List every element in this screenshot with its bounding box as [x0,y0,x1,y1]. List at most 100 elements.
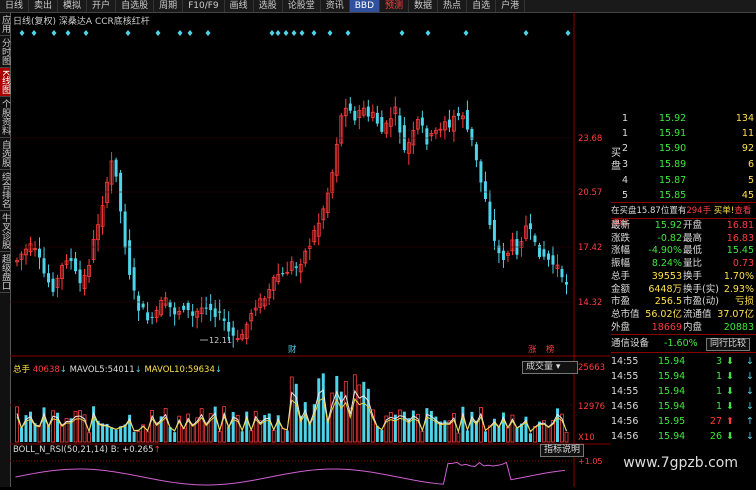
arrow-up-icon: ⬆ [726,416,734,427]
left-tab[interactable]: 自选股 [0,138,10,170]
quote-value: 8.24% [651,258,682,270]
signal-diamonds [19,30,571,36]
left-tab[interactable]: 分时图 [0,36,10,68]
signal-diamond-icon [291,30,297,36]
orderbook-row[interactable]: 1 15.92 134 [622,113,756,125]
menu-item[interactable]: F10/F9 [183,0,225,12]
menu-item[interactable]: 热点 [438,0,468,12]
volume-bar [397,409,402,443]
candle-body [564,282,568,285]
tick-row: 14:55 15.94 1 ⬇ ↓ [611,386,756,398]
volume-bar [249,430,254,443]
quote-row: 总手 39553 换手 1.70% [611,271,756,283]
quote-value: 亏损 [734,296,754,308]
candle-body [479,161,483,183]
sector-name[interactable]: 通信设备 [611,338,649,349]
left-tab[interactable]: 牛叉诊股 [0,211,10,252]
mavol10-label: MAVOL10: [144,365,188,375]
tick-volume: 1 [715,401,722,412]
arrow-down-icon: ↓ [746,386,754,397]
volume-bar [357,384,362,443]
quote-row: 市盈 256.5 市盈(动) 亏损 [611,296,756,308]
signal-diamond-icon [565,30,571,36]
quote-key: 涨幅 [611,245,631,257]
orderbook-row[interactable]: 4 15.87 5 [622,175,756,187]
volume-bar [515,427,519,442]
volume-indicator-select[interactable]: 成交量 ▾ [522,361,578,374]
signal-diamond-icon [399,30,405,36]
volume-bar [420,430,425,443]
tick-time: 14:55 [611,386,639,397]
menu-item[interactable]: 开户 [87,0,117,12]
candle-body [213,308,217,317]
menu-item[interactable]: BBD [349,0,381,12]
menu-item[interactable]: 预测 [380,0,410,12]
signal-diamond-icon [51,30,57,36]
volume-bar [163,408,168,443]
orderbook-row[interactable]: 1 15.91 11 [622,128,756,140]
volume-bar [87,432,91,443]
left-tab[interactable]: 综合排名 [0,170,10,211]
quote-value: 0.73 [732,258,754,270]
left-tab[interactable]: 个股资料 [0,97,10,138]
left-tab[interactable]: 应用 [0,13,10,36]
volume-bars [15,373,569,443]
quote-key: 最高 [683,232,703,244]
orderbook-volume: 134 [735,113,754,124]
tick-time: 14:56 [611,416,639,427]
orderbook-volume: 11 [741,128,754,139]
event-mark[interactable]: 涨 [528,344,537,355]
volume-bar [335,375,339,442]
kline-chart-svg[interactable]: 12.11 23.68 20.57 17.42 14.32 25663 12976 X10 +1… [10,12,610,487]
orderbook-row[interactable]: 2 15.90 92 [622,143,756,155]
signal-diamond-icon [83,30,89,36]
menu-item[interactable]: 自选股 [116,0,155,12]
candle-body [78,269,82,284]
sector-change: -1.60% [664,338,698,349]
volume-bar [321,373,325,442]
indicator-name[interactable]: CCR底核红杆 [95,17,150,27]
menu-item[interactable]: 周期 [154,0,184,12]
event-mark[interactable]: 榜 [546,344,555,355]
candle-body [560,269,564,278]
orderbook-price: 15.90 [659,143,687,154]
indicator-help-button[interactable]: 指标说明 [540,444,585,457]
menu-item[interactable]: 画线 [225,0,254,12]
candle-body [42,258,46,274]
orderbook-price: 15.92 [659,113,687,124]
signal-diamond-icon [205,30,211,36]
candle-body [447,119,451,128]
signal-diamond-icon [65,30,71,36]
quote-key: 换手(实) [683,283,719,295]
menu-item[interactable]: 论股堂 [283,0,321,12]
quote-key: 涨跌 [611,232,631,244]
left-tab[interactable]: K线图 [0,68,10,97]
peer-compare-button[interactable]: 同行比较 [706,338,751,351]
candle-body [128,240,132,275]
volume-value: 40638 [32,365,60,375]
arrow-down-icon: ↓ [746,371,754,382]
chart-period[interactable]: 日线(复权) [13,17,56,27]
orderbook-row[interactable]: 5 15.85 45 [622,190,756,202]
volume-bar [168,427,172,442]
quote-value: 6448万 [648,283,682,295]
candle-body [191,311,195,316]
tick-time: 14:56 [611,431,639,442]
menu-item[interactable]: 自选 [467,0,497,12]
event-mark[interactable]: 财 [288,344,297,355]
menu-item[interactable]: 卖出 [29,0,59,12]
volume-bar [280,427,285,443]
menu-item[interactable]: 数据 [409,0,439,12]
menu-item[interactable]: 选股 [254,0,283,12]
menu-item[interactable]: 资讯 [321,0,350,12]
volume-bar [110,427,114,442]
menu-item[interactable]: 户港 [496,0,526,12]
left-tab[interactable]: 超级盘口 [0,252,10,293]
orderbook-row[interactable]: 3 15.89 6 [622,159,756,171]
divider [611,202,756,203]
menu-item[interactable]: 日线 [0,0,30,12]
menu-item[interactable]: 模拟 [58,0,88,12]
candle-body [366,106,370,117]
candle-body [47,273,51,283]
mavol5-label: MAVOL5: [69,365,108,375]
